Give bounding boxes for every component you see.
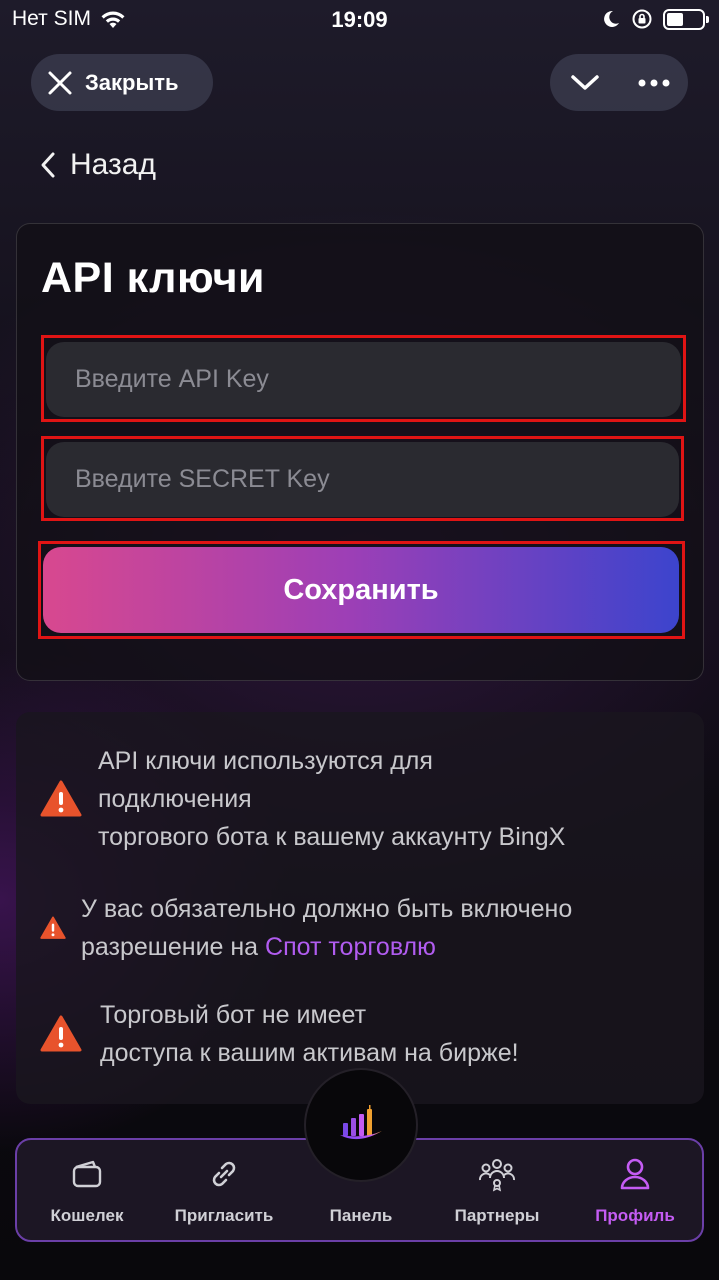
chevron-left-icon	[41, 152, 55, 178]
back-button[interactable]: Назад	[40, 148, 156, 182]
chevron-down-icon	[570, 74, 599, 90]
battery-icon	[663, 8, 709, 30]
info-text-prefix: разрешение на	[81, 933, 266, 961]
wallet-icon	[72, 1160, 102, 1188]
info-item-api-usage: API ключи используются для подключения т…	[40, 742, 565, 856]
close-icon	[48, 71, 72, 94]
carrier-label: Нет SIM	[12, 7, 91, 30]
more-dots-icon	[638, 79, 669, 86]
moon-icon	[604, 10, 619, 27]
info-item-spot-permission: У вас обязательно должно быть включено р…	[40, 890, 572, 966]
link-icon	[212, 1161, 236, 1187]
warning-icon	[40, 780, 82, 817]
menu-pill	[550, 54, 688, 111]
more-button[interactable]	[629, 58, 679, 108]
info-text-line: Торговый бот не имеет	[100, 1001, 367, 1029]
status-left: Нет SIM	[12, 7, 127, 31]
secret-key-input[interactable]	[46, 442, 679, 517]
page-title: API ключи	[41, 254, 265, 302]
nav-label: Кошелек	[50, 1206, 124, 1225]
save-button[interactable]: Сохранить	[43, 547, 679, 633]
close-label: Закрыть	[85, 69, 179, 95]
close-button[interactable]: Закрыть	[31, 54, 213, 111]
info-text-line: разрешение на Спот торговлю	[81, 928, 572, 966]
info-text-line: У вас обязательно должно быть включено	[81, 895, 573, 923]
orientation-lock-icon	[632, 9, 652, 29]
api-keys-card: API ключи Сохранить	[16, 223, 704, 681]
spot-trading-link[interactable]: Спот торговлю	[265, 933, 436, 961]
nav-item-profile[interactable]: Профиль	[583, 1140, 687, 1240]
wifi-icon	[101, 11, 125, 28]
nav-item-invite[interactable]: Пригласить	[165, 1140, 283, 1240]
info-text-line: подключения	[98, 785, 252, 813]
partners-icon	[479, 1159, 515, 1192]
info-text-line: доступа к вашим активам на бирже!	[100, 1039, 519, 1067]
panel-center-button[interactable]	[304, 1068, 418, 1182]
info-text-line: API ключи используются для	[98, 747, 433, 775]
nav-label: Пригласить	[174, 1206, 274, 1225]
warning-icon	[40, 1015, 82, 1052]
nav-label: Партнеры	[454, 1206, 540, 1225]
status-bar: Нет SIM 19:09	[0, 0, 719, 40]
profile-icon	[620, 1158, 650, 1190]
api-key-input[interactable]	[46, 342, 681, 417]
collapse-button[interactable]	[560, 58, 610, 108]
info-text-line: торгового бота к вашему аккаунту BingX	[98, 823, 566, 851]
nav-label: Панель	[329, 1206, 393, 1225]
nav-item-partners[interactable]: Партнеры	[441, 1140, 553, 1240]
status-right	[601, 8, 709, 30]
warning-icon	[40, 916, 66, 939]
trading-chart-logo-icon	[340, 1105, 382, 1140]
info-item-no-asset-access: Торговый бот не имеет доступа к вашим ак…	[40, 996, 519, 1072]
back-label: Назад	[70, 148, 156, 181]
nav-item-wallet[interactable]: Кошелек	[35, 1140, 139, 1240]
info-card: API ключи используются для подключения т…	[16, 712, 704, 1104]
nav-label: Профиль	[595, 1206, 675, 1225]
